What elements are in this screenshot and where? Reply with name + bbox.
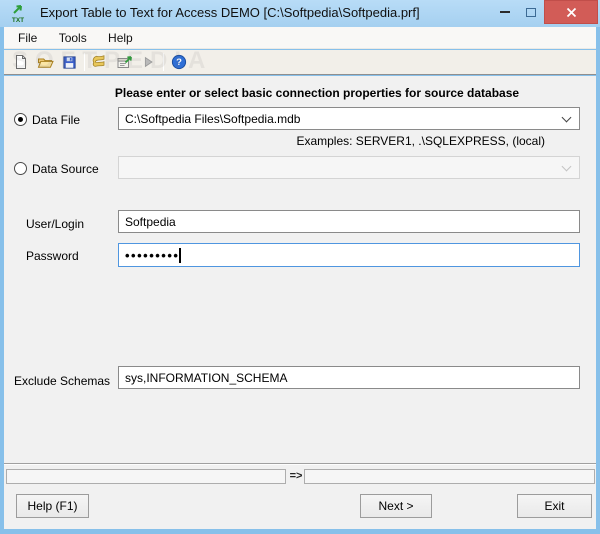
menu-file[interactable]: File [9, 27, 46, 48]
close-icon [566, 7, 576, 17]
form-header: Please enter or select basic connection … [114, 86, 520, 100]
help-glyph: ? [176, 57, 182, 68]
user-login-label: User/Login [26, 217, 85, 231]
help-button[interactable]: Help (F1) [16, 494, 89, 518]
menu-tools[interactable]: Tools [50, 27, 96, 48]
status-panel-right [304, 469, 595, 484]
new-file-icon[interactable] [9, 51, 33, 73]
status-panel-left [6, 469, 286, 484]
data-source-radio[interactable] [14, 162, 27, 175]
maximize-button[interactable] [520, 0, 542, 24]
app-window: TXT Export Table to Text for Access DEMO… [0, 0, 600, 534]
run-icon[interactable] [136, 51, 160, 73]
data-file-value: C:\Softpedia Files\Softpedia.mdb [125, 111, 301, 126]
divider [4, 463, 596, 465]
examples-hint: Examples: SERVER1, .\SQLEXPRESS, (local) [296, 134, 545, 148]
chevron-down-icon[interactable] [561, 112, 572, 122]
minimize-button[interactable] [494, 0, 516, 24]
toolbar: SOFTPEDIA ? [4, 47, 596, 75]
status-arrow: => [289, 470, 303, 482]
toolbar-separator [84, 53, 85, 71]
data-file-combobox[interactable]: C:\Softpedia Files\Softpedia.mdb [118, 107, 580, 130]
app-icon-label: TXT [12, 17, 24, 24]
save-icon[interactable] [57, 51, 81, 73]
toolbar-separator [163, 53, 164, 71]
maximize-icon [526, 7, 536, 17]
data-file-label: Data File [32, 113, 81, 127]
help-icon[interactable]: ? [167, 51, 191, 73]
password-label: Password [26, 249, 79, 263]
menu-bar: File Tools Help [4, 27, 596, 49]
next-button[interactable]: Next > [360, 494, 432, 518]
titlebar[interactable]: TXT Export Table to Text for Access DEMO… [0, 0, 600, 27]
app-icon: TXT [8, 3, 28, 24]
password-masked-value: ••••••••• [125, 247, 180, 263]
minimize-icon [500, 11, 510, 13]
text-caret [179, 247, 181, 263]
password-input[interactable]: ••••••••• [118, 243, 580, 267]
user-login-input[interactable] [118, 210, 580, 233]
close-button[interactable] [544, 0, 598, 24]
data-file-radio[interactable] [14, 113, 27, 126]
data-source-label: Data Source [32, 162, 99, 176]
exit-button[interactable]: Exit [517, 494, 592, 518]
chevron-down-icon [561, 161, 572, 171]
options-icon[interactable] [112, 51, 136, 73]
exclude-schemas-input[interactable] [118, 366, 580, 389]
data-source-combobox [118, 156, 580, 179]
connection-form: Please enter or select basic connection … [4, 76, 596, 529]
window-title: Export Table to Text for Access DEMO [C:… [40, 5, 420, 20]
exclude-schemas-label: Exclude Schemas [14, 374, 111, 388]
menu-help[interactable]: Help [99, 27, 142, 48]
open-file-icon[interactable] [33, 51, 57, 73]
export-script-icon[interactable] [88, 51, 112, 73]
